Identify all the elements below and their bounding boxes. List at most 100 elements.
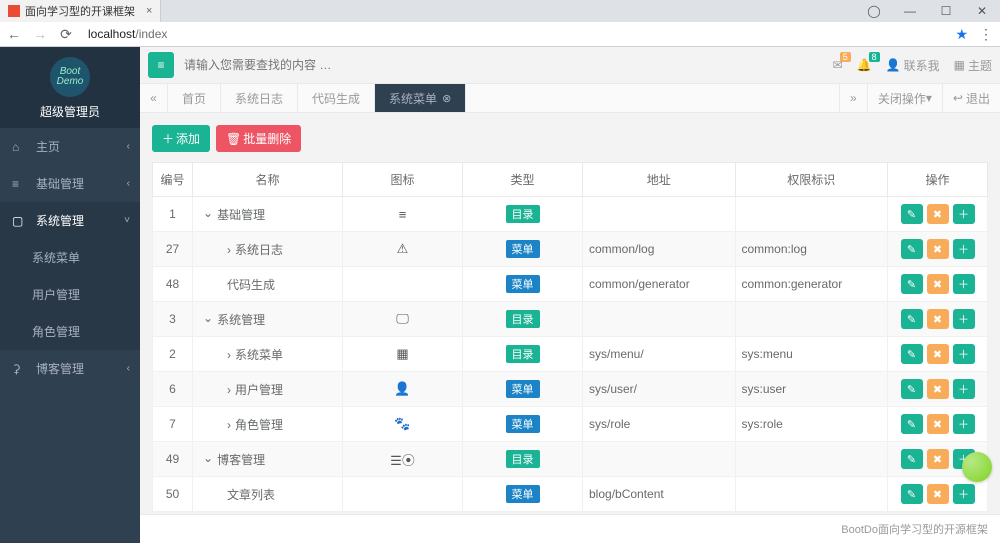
cell-url: sys/user/ (583, 372, 736, 407)
delete-button[interactable]: ✖ (927, 309, 949, 329)
content-tab[interactable]: 系统菜单⊗ (375, 84, 466, 112)
add-child-button[interactable]: ＋ (953, 239, 975, 259)
delete-button[interactable]: ✖ (927, 204, 949, 224)
cell-ops: ✎✖＋ (888, 477, 988, 512)
cell-name[interactable]: 系统日志 (193, 232, 343, 267)
add-child-button[interactable]: ＋ (953, 379, 975, 399)
delete-button[interactable]: ✖ (927, 379, 949, 399)
mail-icon[interactable]: ✉5 (833, 58, 843, 72)
tabs-scroll-right[interactable]: » (839, 84, 867, 112)
edit-button[interactable]: ✎ (901, 344, 923, 364)
reload-button[interactable]: ⟳ (58, 26, 74, 43)
sidebar-subitem[interactable]: 用户管理 (0, 276, 140, 313)
forward-button[interactable]: → (32, 26, 48, 42)
delete-button[interactable]: ✖ (927, 414, 949, 434)
delete-button[interactable]: ✖ (927, 449, 949, 469)
cell-perm (735, 477, 888, 512)
edit-button[interactable]: ✎ (901, 414, 923, 434)
sidebar-item[interactable]: ⌂主页‹ (0, 128, 140, 165)
table-row: 2系统菜单▦目录sys/menu/sys:menu✎✖＋ (153, 337, 988, 372)
content-tab[interactable]: 首页 (168, 84, 221, 112)
cell-perm: common:log (735, 232, 888, 267)
edit-button[interactable]: ✎ (901, 204, 923, 224)
cell-url: common/generator (583, 267, 736, 302)
sidebar-item-icon: ⌂ (12, 140, 28, 154)
table-header: 地址 (583, 163, 736, 197)
batch-delete-button[interactable]: 🗑批量删除 (216, 125, 301, 152)
edit-button[interactable]: ✎ (901, 274, 923, 294)
tab-close-icon[interactable]: × (146, 5, 152, 17)
type-badge: 菜单 (506, 415, 540, 433)
sidebar-item[interactable]: ▢系统管理˅ (0, 202, 140, 239)
cell-icon: 👤 (343, 372, 463, 407)
hamburger-button[interactable]: ≡ (148, 52, 174, 78)
cell-url: sys/role (583, 407, 736, 442)
bell-icon[interactable]: 🔔8 (857, 58, 872, 72)
cell-ops: ✎✖＋ (888, 267, 988, 302)
url-field[interactable]: localhost/index (84, 27, 939, 41)
minimize-button[interactable]: — (892, 0, 928, 22)
sidebar-item[interactable]: ≡基础管理‹ (0, 165, 140, 202)
edit-button[interactable]: ✎ (901, 309, 923, 329)
cell-url: common/log (583, 232, 736, 267)
delete-button[interactable]: ✖ (927, 344, 949, 364)
user-icon[interactable]: ◯ (856, 0, 892, 22)
edit-button[interactable]: ✎ (901, 239, 923, 259)
cell-name[interactable]: 文章列表 (193, 477, 343, 512)
tab-close-icon[interactable]: ⊗ (442, 92, 451, 105)
theme-link[interactable]: ▦ 主题 (954, 57, 992, 74)
edit-button[interactable]: ✎ (901, 449, 923, 469)
logout-button[interactable]: ↩ 退出 (942, 84, 1000, 112)
delete-button[interactable]: ✖ (927, 239, 949, 259)
cell-id: 27 (153, 232, 193, 267)
browser-tab[interactable]: 面向学习型的开课框架 × (0, 0, 161, 22)
tabs-close-ops[interactable]: 关闭操作 ▾ (867, 84, 942, 112)
tabs-scroll-left[interactable]: « (140, 84, 168, 112)
delete-button[interactable]: ✖ (927, 274, 949, 294)
favicon (8, 5, 20, 17)
add-button[interactable]: ＋添加 (152, 125, 210, 152)
content-tab[interactable]: 系统日志 (221, 84, 298, 112)
add-child-button[interactable]: ＋ (953, 414, 975, 434)
content-tab[interactable]: 代码生成 (298, 84, 375, 112)
floating-action-button[interactable] (962, 452, 992, 482)
table-row: 7角色管理🐾菜单sys/rolesys:role✎✖＋ (153, 407, 988, 442)
search-input[interactable] (184, 58, 823, 72)
sidebar-subitem[interactable]: 系统菜单 (0, 239, 140, 276)
maximize-button[interactable]: ☐ (928, 0, 964, 22)
table-row: 6用户管理👤菜单sys/user/sys:user✎✖＋ (153, 372, 988, 407)
cell-name[interactable]: 基础管理 (193, 197, 343, 232)
cell-ops: ✎✖＋ (888, 302, 988, 337)
tab-label: 系统日志 (235, 90, 283, 107)
add-child-button[interactable]: ＋ (953, 484, 975, 504)
table-header: 编号 (153, 163, 193, 197)
chevron-down-icon: ˅ (124, 215, 130, 226)
row-name-label: 系统管理 (203, 313, 265, 327)
edit-button[interactable]: ✎ (901, 484, 923, 504)
sidebar-subitem[interactable]: 角色管理 (0, 313, 140, 350)
cell-name[interactable]: 用户管理 (193, 372, 343, 407)
edit-button[interactable]: ✎ (901, 379, 923, 399)
browser-menu-icon[interactable]: ⋮ (978, 26, 994, 43)
tab-label: 首页 (182, 90, 206, 107)
type-badge: 目录 (506, 345, 540, 363)
cell-name[interactable]: 系统管理 (193, 302, 343, 337)
type-badge: 菜单 (506, 240, 540, 258)
close-button[interactable]: ✕ (964, 0, 1000, 22)
cell-ops: ✎✖＋ (888, 407, 988, 442)
cell-name[interactable]: 角色管理 (193, 407, 343, 442)
add-child-button[interactable]: ＋ (953, 204, 975, 224)
cell-name[interactable]: 代码生成 (193, 267, 343, 302)
cell-type: 菜单 (463, 372, 583, 407)
back-button[interactable]: ← (6, 26, 22, 42)
add-child-button[interactable]: ＋ (953, 309, 975, 329)
cell-icon: 🖵 (343, 302, 463, 337)
bookmark-star-icon[interactable]: ★ (955, 26, 968, 43)
cell-name[interactable]: 博客管理 (193, 442, 343, 477)
cell-name[interactable]: 系统菜单 (193, 337, 343, 372)
contact-link[interactable]: 👤 联系我 (886, 57, 940, 74)
add-child-button[interactable]: ＋ (953, 274, 975, 294)
sidebar-item[interactable]: ⚳博客管理‹ (0, 350, 140, 387)
delete-button[interactable]: ✖ (927, 484, 949, 504)
add-child-button[interactable]: ＋ (953, 344, 975, 364)
